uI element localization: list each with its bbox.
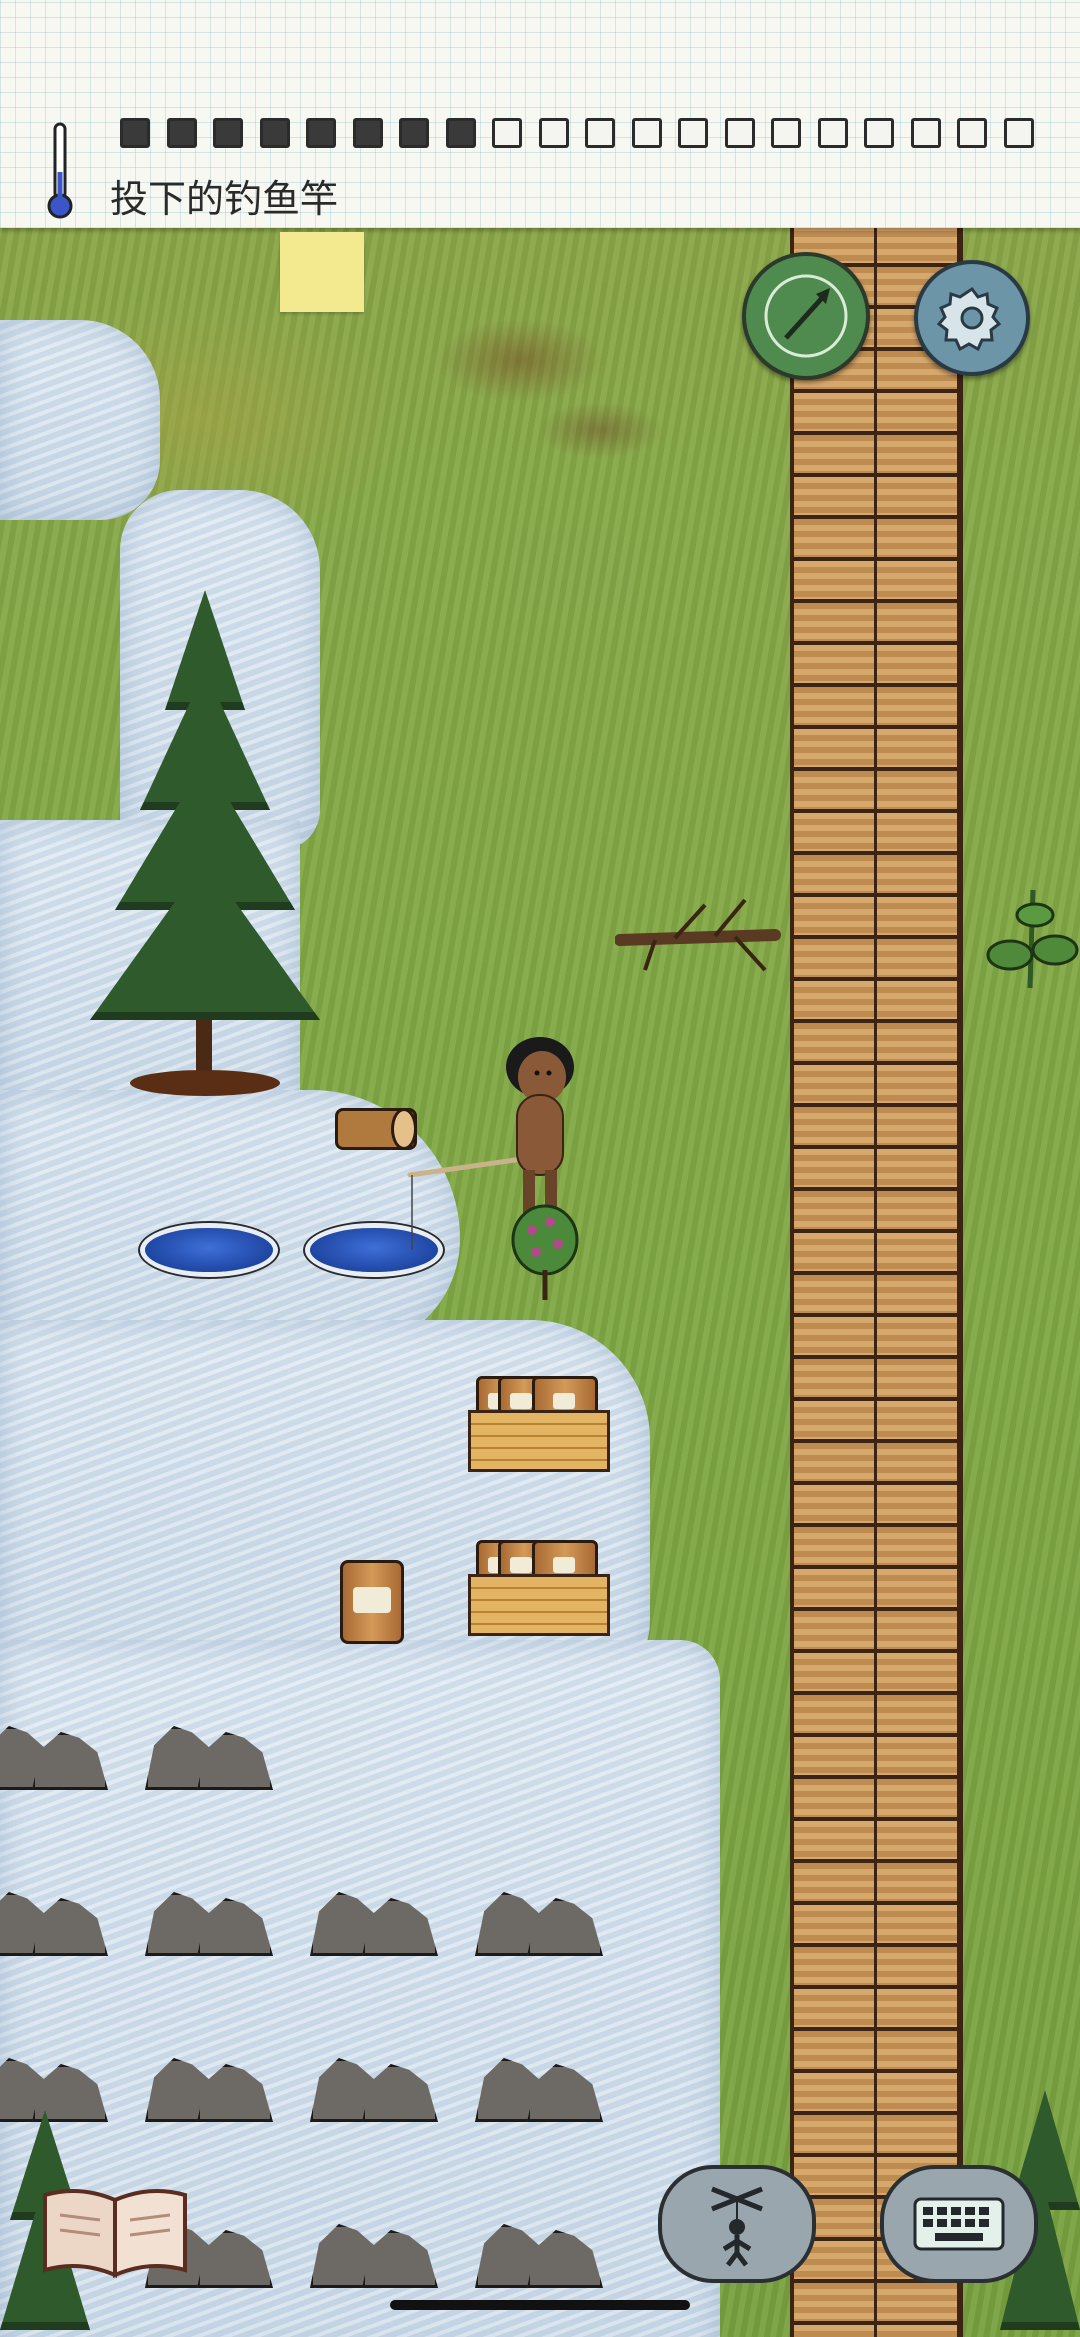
fallen-branch[interactable] <box>615 890 785 980</box>
food-pip <box>445 118 476 148</box>
home-indicator[interactable] <box>390 2300 690 2310</box>
gear-icon <box>937 286 1002 352</box>
food-pip <box>492 118 522 148</box>
cut-log[interactable] <box>335 1108 417 1150</box>
game-world[interactable] <box>0 0 1080 2337</box>
big-rocks[interactable] <box>0 1726 108 1790</box>
food-pip <box>538 118 569 148</box>
food-pip <box>120 118 150 148</box>
big-rocks[interactable] <box>475 2224 603 2288</box>
big-rocks[interactable] <box>145 1726 273 1790</box>
food-pip <box>864 118 894 148</box>
food-pip <box>585 118 615 148</box>
compass-button[interactable] <box>742 252 870 380</box>
compass-icon <box>764 274 848 358</box>
emote-button[interactable] <box>658 2165 816 2283</box>
food-pip <box>631 118 662 148</box>
food-pip <box>259 118 290 148</box>
food-pip <box>399 118 429 148</box>
jar[interactable] <box>340 1560 404 1644</box>
settings-button[interactable] <box>914 260 1030 376</box>
food-pip <box>724 118 755 148</box>
big-rocks[interactable] <box>475 1892 603 1956</box>
big-rocks[interactable] <box>310 2058 438 2122</box>
hint-text: 投下的钓鱼竿 <box>110 177 339 221</box>
status-bar-paper: 投下的钓鱼竿 <box>0 0 1080 228</box>
food-pip <box>352 118 383 148</box>
wooden-road[interactable] <box>790 225 963 2337</box>
big-rocks[interactable] <box>310 1892 438 1956</box>
milkweed-plant[interactable] <box>985 870 1080 990</box>
frozen-lake[interactable] <box>0 320 160 520</box>
keyboard-button[interactable] <box>880 2165 1038 2283</box>
player-character[interactable] <box>495 1035 585 1220</box>
food-pip <box>306 118 336 148</box>
big-rocks[interactable] <box>145 2058 273 2122</box>
pine-tree[interactable] <box>80 590 330 1110</box>
food-pip <box>910 118 941 148</box>
food-pip <box>817 118 848 148</box>
food-pip <box>771 118 801 148</box>
big-rocks[interactable] <box>145 1892 273 1956</box>
big-rocks[interactable] <box>0 1892 108 1956</box>
food-pip <box>1003 118 1034 148</box>
big-rocks[interactable] <box>310 2224 438 2288</box>
food-pip <box>213 118 243 148</box>
ice-fishing-hole[interactable] <box>145 1228 273 1272</box>
keyboard-icon <box>913 2197 1005 2251</box>
berry-bush[interactable] <box>510 1200 580 1305</box>
food-pip <box>678 118 708 148</box>
food-pip <box>957 118 987 148</box>
big-rocks[interactable] <box>475 2058 603 2122</box>
crate-of-jars[interactable] <box>468 1374 610 1472</box>
thermometer-icon <box>47 122 73 219</box>
sticky-note[interactable] <box>280 232 364 312</box>
crate-of-jars[interactable] <box>468 1538 610 1636</box>
book-icon <box>43 2189 187 2279</box>
food-pip <box>166 118 197 148</box>
tech-book-button[interactable] <box>40 2180 190 2280</box>
puppet-icon <box>711 2186 763 2267</box>
